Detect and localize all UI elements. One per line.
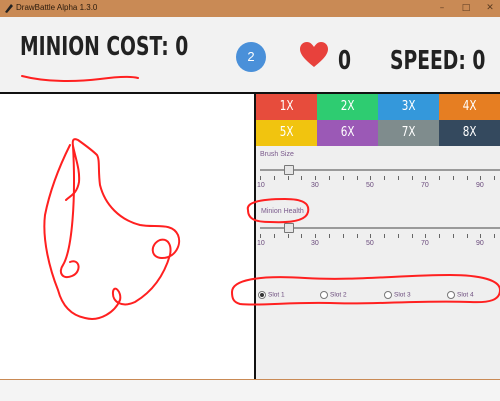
brush-size-tick-label: 50 (366, 182, 374, 189)
slot-2-label: Slot 2 (330, 291, 347, 299)
speed-6x-button[interactable]: 6X (317, 120, 378, 146)
radio-selected-icon (258, 291, 266, 299)
maximize-button[interactable]: □ (458, 1, 474, 15)
slot-1-label: Slot 1 (268, 291, 285, 299)
lives-count: 0 (338, 46, 352, 76)
speed-1x-button[interactable]: 1X (256, 94, 317, 120)
brush-size-tick-label: 70 (421, 182, 429, 189)
brush-size-ticks (260, 176, 500, 182)
brush-size-label: Brush Size (260, 151, 294, 158)
minion-health-tick-label: 30 (311, 240, 319, 247)
brush-size-thumb[interactable] (284, 165, 294, 175)
minimize-button[interactable]: – (434, 1, 450, 15)
heart-icon (300, 42, 328, 67)
minion-health-tick-label: 90 (476, 240, 484, 247)
radio-icon (320, 291, 328, 299)
pencil-icon (5, 4, 13, 13)
title-bar: DrawBattle Alpha 1.3.0 – □ ✕ (0, 0, 500, 17)
brush-size-tick-label: 30 (311, 182, 319, 189)
minion-health-track[interactable] (260, 227, 500, 229)
minion-health-tick-label: 70 (421, 240, 429, 247)
speed-8x-button[interactable]: 8X (439, 120, 500, 146)
brush-size-track[interactable] (260, 169, 500, 171)
drawing-canvas[interactable] (0, 94, 254, 379)
minion-cost-label: MINION COST: 0 (20, 32, 189, 62)
bottom-bar (0, 379, 500, 401)
coin-icon: 2 (236, 42, 266, 72)
speed-3x-button[interactable]: 3X (378, 94, 439, 120)
minion-health-ticks (260, 234, 500, 240)
speed-2x-button[interactable]: 2X (317, 94, 378, 120)
slot-3-radio[interactable]: Slot 3 (384, 291, 411, 299)
radio-icon (384, 291, 392, 299)
speed-label: SPEED: 0 (390, 46, 486, 76)
minion-health-label: Minion Health (261, 208, 304, 215)
slot-4-radio[interactable]: Slot 4 (447, 291, 474, 299)
speed-5x-button[interactable]: 5X (256, 120, 317, 146)
radio-icon (447, 291, 455, 299)
minion-health-thumb[interactable] (284, 223, 294, 233)
window-title: DrawBattle Alpha 1.3.0 (16, 3, 98, 12)
close-button[interactable]: ✕ (482, 1, 498, 15)
slot-2-radio[interactable]: Slot 2 (320, 291, 347, 299)
slot-1-radio[interactable]: Slot 1 (258, 291, 285, 299)
slot-3-label: Slot 3 (394, 291, 411, 299)
brush-size-tick-label: 90 (476, 182, 484, 189)
brush-size-tick-label: 10 (257, 182, 265, 189)
speed-4x-button[interactable]: 4X (439, 94, 500, 120)
minion-health-tick-label: 50 (366, 240, 374, 247)
minion-health-tick-label: 10 (257, 240, 265, 247)
speed-7x-button[interactable]: 7X (378, 120, 439, 146)
slot-4-label: Slot 4 (457, 291, 474, 299)
